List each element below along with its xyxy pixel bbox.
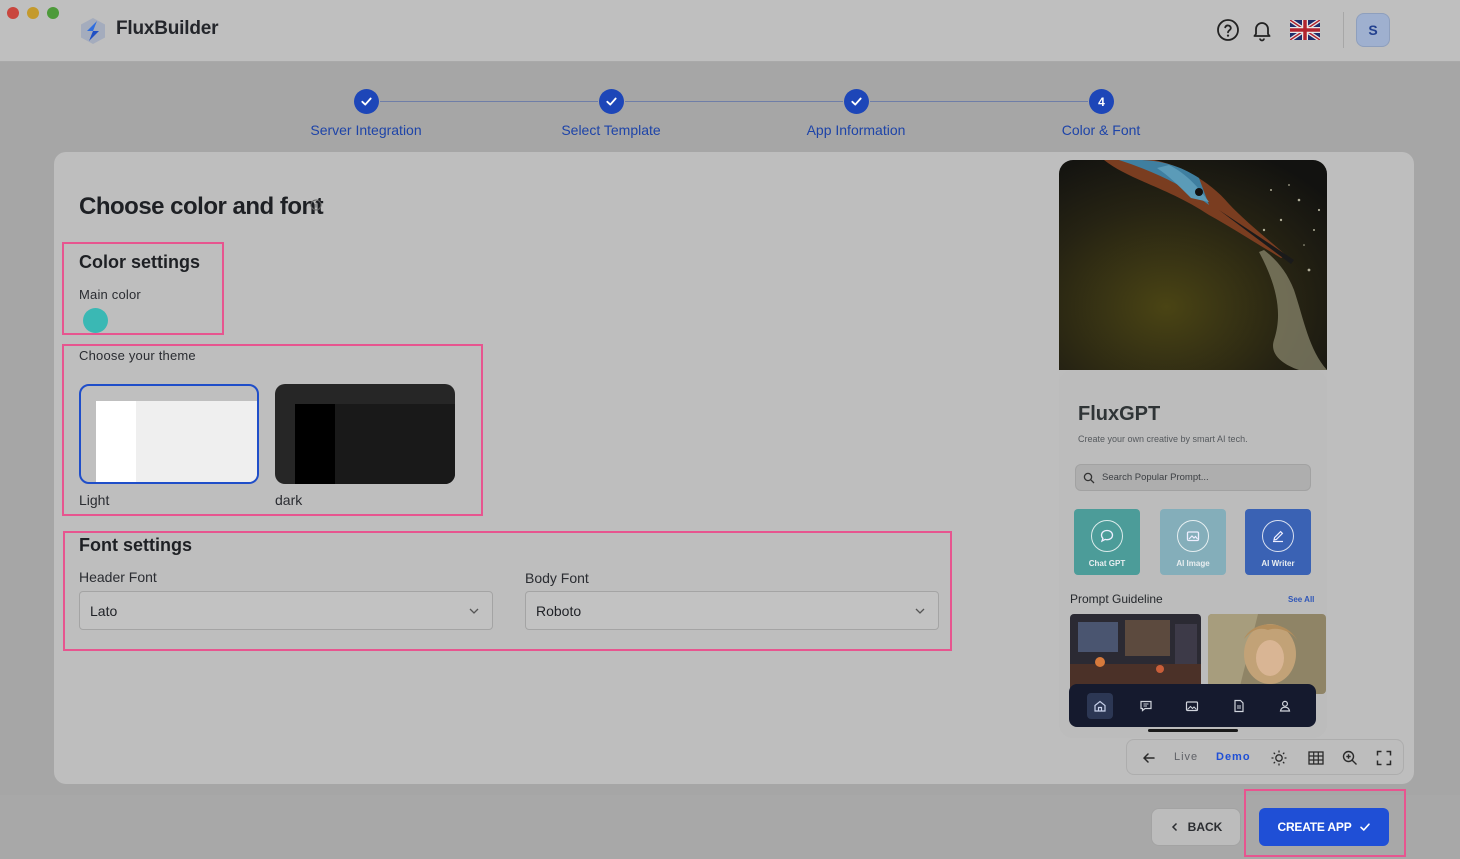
- gallery-icon[interactable]: [1179, 693, 1205, 719]
- window-close-button[interactable]: [7, 7, 19, 19]
- arrow-left-icon[interactable]: [1140, 749, 1158, 767]
- theme-light-label[interactable]: Light: [79, 492, 109, 508]
- preview-feature-chat-gpt[interactable]: Chat GPT: [1074, 509, 1140, 575]
- step-1-check-icon[interactable]: [354, 89, 379, 114]
- theme-label: Choose your theme: [79, 348, 196, 363]
- preview-app-title: FluxGPT: [1078, 403, 1161, 425]
- theme-option-dark[interactable]: [275, 384, 455, 484]
- pen-icon: [1262, 520, 1294, 552]
- preview-demo-toggle[interactable]: Demo: [1216, 751, 1251, 763]
- window-minimize-button[interactable]: [27, 7, 39, 19]
- fluxbuilder-logo-icon: [81, 18, 105, 44]
- feature-label: AI Writer: [1261, 559, 1295, 568]
- home-icon[interactable]: [1087, 692, 1114, 719]
- top-bar: FluxBuilder S: [0, 0, 1460, 62]
- step-connector: [870, 101, 1088, 102]
- check-icon: [1359, 823, 1370, 831]
- step-label-app-information[interactable]: App Information: [807, 122, 906, 138]
- uk-flag-icon[interactable]: [1290, 20, 1320, 40]
- theme-dark-label[interactable]: dark: [275, 492, 302, 508]
- color-settings-heading: Color settings: [79, 252, 201, 272]
- preview-app-subtitle: Create your own creative by smart AI tec…: [1078, 434, 1248, 444]
- step-label-select-template[interactable]: Select Template: [561, 122, 660, 138]
- create-app-button[interactable]: CREATE APP: [1259, 808, 1389, 846]
- header-font-value: Lato: [90, 602, 118, 619]
- feature-label: Chat GPT: [1088, 559, 1126, 568]
- preview-live-toggle[interactable]: Live: [1174, 751, 1198, 763]
- step-label-server-integration[interactable]: Server Integration: [310, 122, 421, 138]
- info-icon[interactable]: [310, 199, 322, 211]
- profile-icon[interactable]: [1272, 693, 1298, 719]
- step-2-check-icon[interactable]: [599, 89, 624, 114]
- preview-see-all-link[interactable]: See All: [1288, 595, 1314, 604]
- message-icon[interactable]: [1133, 693, 1159, 719]
- header-font-select[interactable]: Lato: [79, 591, 493, 630]
- preview-bottom-nav: [1069, 684, 1316, 727]
- header-font-label: Header Font: [79, 569, 157, 585]
- image-icon: [1177, 520, 1209, 552]
- prompt-thumbnail-portrait[interactable]: [1208, 614, 1326, 694]
- topbar-divider: [1343, 12, 1344, 48]
- window-zoom-button[interactable]: [47, 7, 59, 19]
- chevron-down-icon: [915, 608, 925, 614]
- back-button-label: BACK: [1187, 820, 1223, 834]
- preview-section-title: Prompt Guideline: [1070, 592, 1163, 606]
- user-avatar[interactable]: S: [1356, 13, 1390, 47]
- preview-toolbar: Live Demo: [1126, 739, 1404, 775]
- step-connector: [625, 101, 843, 102]
- preview-feature-ai-writer[interactable]: AI Writer: [1245, 509, 1311, 575]
- preview-search-input[interactable]: Search Popular Prompt...: [1075, 464, 1311, 491]
- feature-label: AI Image: [1176, 559, 1210, 568]
- preview-search-placeholder: Search Popular Prompt...: [1102, 472, 1209, 483]
- chat-icon: [1091, 520, 1123, 552]
- step-3-check-icon[interactable]: [844, 89, 869, 114]
- font-settings-heading: Font settings: [79, 535, 192, 555]
- theme-light-sidebar-preview: [96, 401, 136, 482]
- kingfisher-hero-image: [1059, 160, 1327, 370]
- step-label-color-font[interactable]: Color & Font: [1062, 122, 1141, 138]
- back-button[interactable]: BACK: [1151, 808, 1241, 846]
- help-icon[interactable]: [1216, 18, 1240, 42]
- main-color-swatch[interactable]: [83, 308, 108, 333]
- footer-bar: [0, 795, 1460, 859]
- brightness-icon[interactable]: [1270, 749, 1288, 767]
- zoom-in-icon[interactable]: [1341, 749, 1359, 767]
- create-app-button-label: CREATE APP: [1277, 820, 1352, 834]
- theme-option-light[interactable]: [79, 384, 259, 484]
- step-connector: [380, 101, 598, 102]
- body-font-select[interactable]: Roboto: [525, 591, 939, 630]
- notification-bell-icon[interactable]: [1250, 18, 1274, 42]
- chevron-down-icon: [469, 608, 479, 614]
- page-title: Choose color and font: [79, 193, 324, 220]
- theme-dark-sidebar-preview: [295, 404, 335, 484]
- main-color-label: Main color: [79, 287, 141, 302]
- fullscreen-icon[interactable]: [1375, 749, 1393, 767]
- body-font-label: Body Font: [525, 570, 589, 586]
- step-4-number[interactable]: 4: [1089, 89, 1114, 114]
- chevron-left-icon: [1171, 822, 1177, 832]
- body-font-value: Roboto: [536, 602, 582, 619]
- theme-light-content-preview: [136, 401, 257, 482]
- grid-icon[interactable]: [1307, 749, 1325, 767]
- prompt-thumbnail-room[interactable]: [1070, 614, 1201, 694]
- preview-feature-ai-image[interactable]: AI Image: [1160, 509, 1226, 575]
- document-icon[interactable]: [1226, 693, 1252, 719]
- preview-home-indicator: [1148, 729, 1238, 732]
- theme-dark-content-preview: [335, 404, 455, 484]
- brand-name: FluxBuilder: [116, 18, 219, 39]
- search-icon: [1083, 472, 1095, 484]
